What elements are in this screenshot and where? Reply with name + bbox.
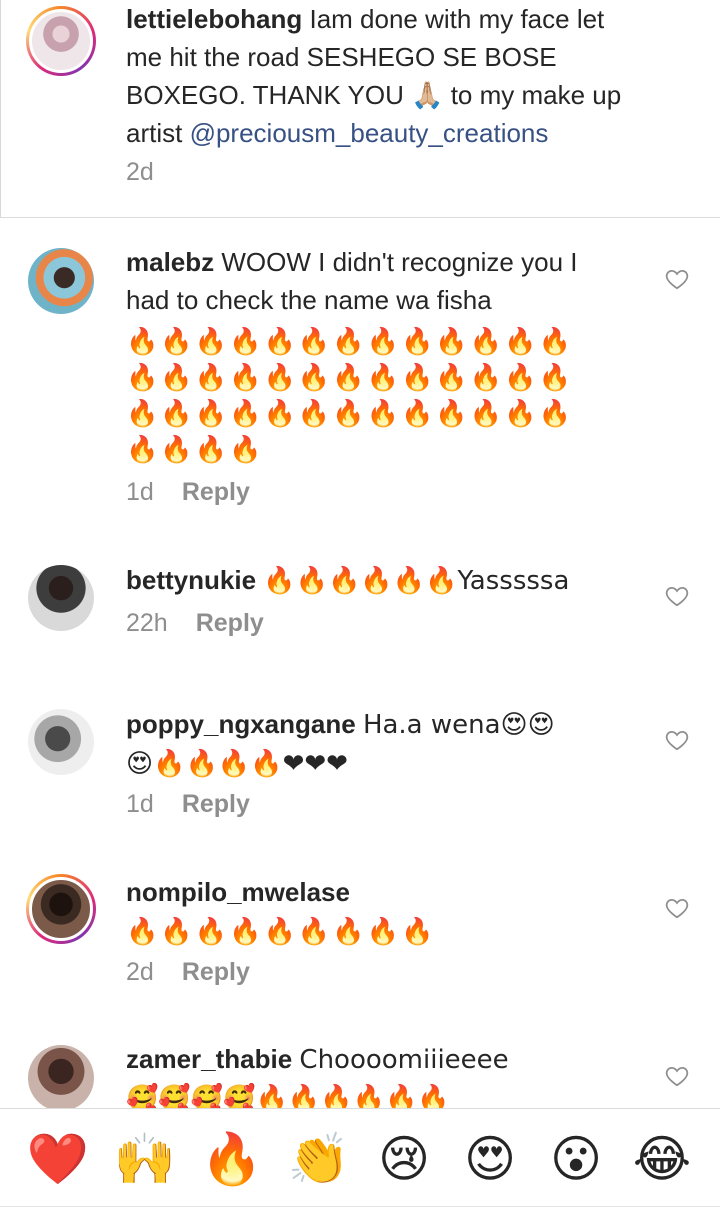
avatar-zamer-thabie[interactable] xyxy=(28,1045,94,1111)
reaction-laughing-tears-icon[interactable]: 😂 xyxy=(630,1127,694,1191)
comment-text: poppy_ngxangane Ha.a wena😍😍😍🔥🔥🔥🔥❤❤❤ xyxy=(126,705,566,783)
reaction-heart-eyes-icon[interactable]: 😍 xyxy=(458,1127,522,1191)
comment-meta: 2d xyxy=(126,158,154,187)
comment-time: 2d xyxy=(126,158,154,186)
reply-button[interactable]: Reply xyxy=(182,478,250,506)
reply-button[interactable]: Reply xyxy=(182,958,250,986)
comment-meta: 2d Reply xyxy=(126,958,250,987)
reply-button[interactable]: Reply xyxy=(196,609,264,637)
avatar-malebz[interactable] xyxy=(28,248,94,314)
comment-text: lettielebohang Iam done with my face let… xyxy=(126,0,626,152)
avatar-poppy-ngxangane[interactable] xyxy=(28,709,94,775)
comment-username[interactable]: lettielebohang xyxy=(126,4,302,34)
comment-text: bettynukie 🔥🔥🔥🔥🔥🔥Yasssssa xyxy=(126,561,626,600)
avatar-lettielebohang[interactable] xyxy=(26,6,96,76)
comment-time: 22h xyxy=(126,609,168,637)
bottom-divider xyxy=(0,1206,720,1207)
caption-divider xyxy=(0,217,720,218)
reaction-crying-face-icon[interactable]: 😢 xyxy=(372,1127,436,1191)
reply-button[interactable]: Reply xyxy=(182,790,250,818)
comment-emojis: 🔥🔥🔥🔥🔥🔥🔥🔥🔥🔥🔥🔥🔥🔥🔥🔥🔥🔥🔥🔥🔥🔥🔥🔥🔥🔥🔥🔥🔥🔥🔥🔥🔥🔥🔥🔥🔥🔥🔥🔥… xyxy=(126,327,573,465)
comment-username[interactable]: malebz xyxy=(126,247,214,277)
like-heart-icon[interactable] xyxy=(664,895,690,921)
comment-username[interactable]: nompilo_mwelase xyxy=(126,877,350,907)
avatar-image xyxy=(28,565,94,631)
comment-time: 1d xyxy=(126,478,154,506)
comment-time: 2d xyxy=(126,958,154,986)
comment-username[interactable]: poppy_ngxangane xyxy=(126,709,356,739)
comment-username[interactable]: zamer_thabie xyxy=(126,1044,292,1074)
like-heart-icon[interactable] xyxy=(664,727,690,753)
comment-body: 🔥🔥🔥🔥🔥🔥🔥🔥🔥 xyxy=(126,917,436,947)
reaction-surprised-face-icon[interactable]: 😮 xyxy=(544,1127,608,1191)
avatar-image xyxy=(29,877,93,941)
avatar-image xyxy=(28,709,94,775)
comment-text: zamer_thabie Choooomiiieeee 🥰🥰🥰🥰🔥🔥🔥🔥🔥🔥 xyxy=(126,1040,546,1118)
avatar-image xyxy=(29,9,93,73)
comment-body: 🔥🔥🔥🔥🔥🔥Yasssssa xyxy=(263,566,570,596)
like-heart-icon[interactable] xyxy=(664,1063,690,1089)
reaction-heart-icon[interactable]: ❤️ xyxy=(26,1127,90,1191)
mention-link[interactable]: @preciousm_beauty_creations xyxy=(190,118,549,148)
left-border xyxy=(0,0,1,218)
reaction-fire-icon[interactable]: 🔥 xyxy=(200,1127,264,1191)
avatar-image xyxy=(28,1045,94,1111)
comment-meta: 1d Reply xyxy=(126,478,250,507)
comment-time: 1d xyxy=(126,790,154,818)
comment-text: malebz WOOW I didn't recognize you I had… xyxy=(126,243,626,319)
comment-meta: 1d Reply xyxy=(126,790,250,819)
comment-text: nompilo_mwelase xyxy=(126,873,626,911)
avatar-bettynukie[interactable] xyxy=(28,565,94,631)
avatar-nompilo-mwelase[interactable] xyxy=(26,874,96,944)
like-heart-icon[interactable] xyxy=(664,266,690,292)
reaction-raised-hands-icon[interactable]: 🙌 xyxy=(113,1127,177,1191)
comment-meta: 22h Reply xyxy=(126,609,264,638)
like-heart-icon[interactable] xyxy=(664,583,690,609)
reaction-clapping-hands-icon[interactable]: 👏 xyxy=(287,1127,351,1191)
comment-username[interactable]: bettynukie xyxy=(126,565,256,595)
avatar-image xyxy=(28,248,94,314)
quick-reaction-bar: ❤️ 🙌 🔥 👏 😢 😍 😮 😂 xyxy=(0,1108,720,1214)
